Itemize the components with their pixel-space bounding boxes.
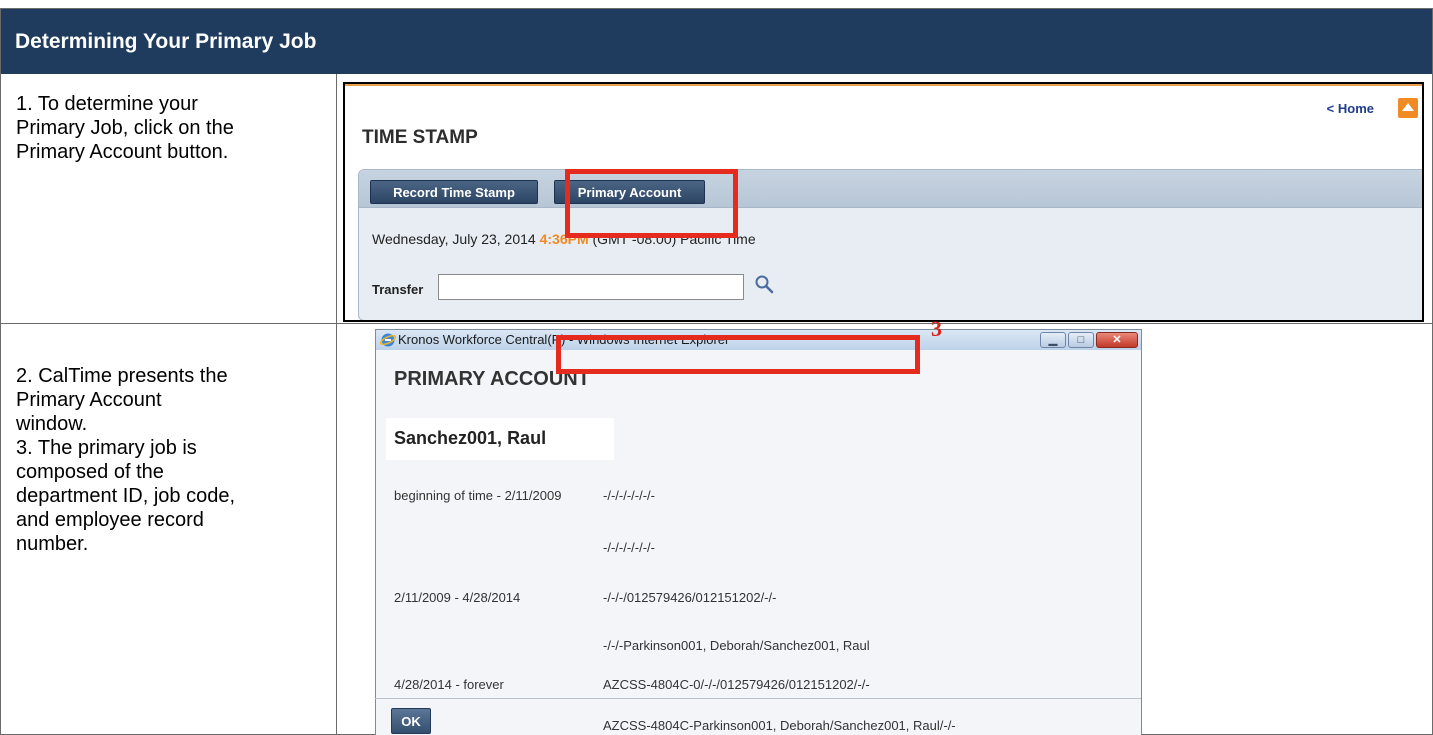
ok-button[interactable]: OK [391,708,431,734]
step-2-instructions: 2. CalTime presents the Primary Account … [16,365,228,435]
step-2-screenshot-cell: Kronos Workforce Central(R) - Windows In… [337,324,1432,735]
account-1-line-1: -/-/-/-/-/-/- [603,488,655,503]
account-3-line-1: AZCSS-4804C-0/-/-/012579426/012151202/-/… [603,677,870,692]
step-2-3-cell: 2. CalTime presents the Primary Account … [1,324,337,735]
account-2-line-1: -/-/-/012579426/012151202/-/- [603,590,777,605]
range-1: beginning of time - 2/11/2009 [394,488,562,503]
primary-account-window: Kronos Workforce Central(R) - Windows In… [375,329,1142,735]
home-link[interactable]: < Home [1327,101,1374,116]
collapse-up-icon[interactable] [1398,98,1418,118]
internet-explorer-icon [380,333,396,347]
employee-name: Sanchez001, Raul [394,428,547,448]
step-2-text: 2. CalTime presents the Primary Account … [16,364,326,436]
minimize-button[interactable]: ▁ [1040,332,1066,348]
range-3: 4/28/2014 - forever [394,677,504,692]
transfer-input[interactable] [438,274,744,300]
maximize-icon: □ [1077,334,1085,346]
close-icon: ✕ [1112,334,1122,346]
account-2-line-2: -/-/-Parkinson001, Deborah/Sanchez001, R… [603,638,870,653]
step-3-callout: 3 [931,316,942,341]
step-1-instructions: 1. To determine your Primary Job, click … [16,93,234,163]
step-3-instructions: 3. The primary job is composed of the de… [16,437,236,555]
maximize-button[interactable]: □ [1068,332,1094,348]
time-stamp-screenshot: < Home TIME STAMP Record Time Stamp Prim… [343,82,1424,322]
top-accent-line [345,84,1422,86]
document-title: Determining Your Primary Job [1,9,1432,74]
range-2: 2/11/2009 - 4/28/2014 [394,590,521,605]
account-1-line-2: -/-/-/-/-/-/- [603,540,655,555]
primary-job-highlight-box [556,335,920,374]
date-text: Wednesday, July 23, 2014 [372,231,536,247]
primary-account-highlight-box [565,169,738,238]
time-stamp-toolbar: Record Time Stamp Primary Account [359,170,1422,208]
time-stamp-title: TIME STAMP [362,127,478,148]
account-3-line-2: AZCSS-4804C-Parkinson001, Deborah/Sanche… [603,718,956,733]
search-icon[interactable] [754,274,774,294]
step-1-cell: 1. To determine your Primary Job, click … [1,74,337,324]
window-footer-divider [375,698,1141,699]
step-1-screenshot-cell: < Home TIME STAMP Record Time Stamp Prim… [337,74,1432,324]
step-3-text: 3. The primary job is composed of the de… [16,436,326,556]
time-stamp-panel: Record Time Stamp Primary Account Wednes… [358,169,1422,320]
close-button[interactable]: ✕ [1096,332,1138,348]
record-time-stamp-button[interactable]: Record Time Stamp [370,180,538,204]
transfer-label: Transfer [372,282,424,297]
minimize-icon: ▁ [1048,334,1058,346]
step-1-text: 1. To determine your Primary Job, click … [16,92,326,164]
